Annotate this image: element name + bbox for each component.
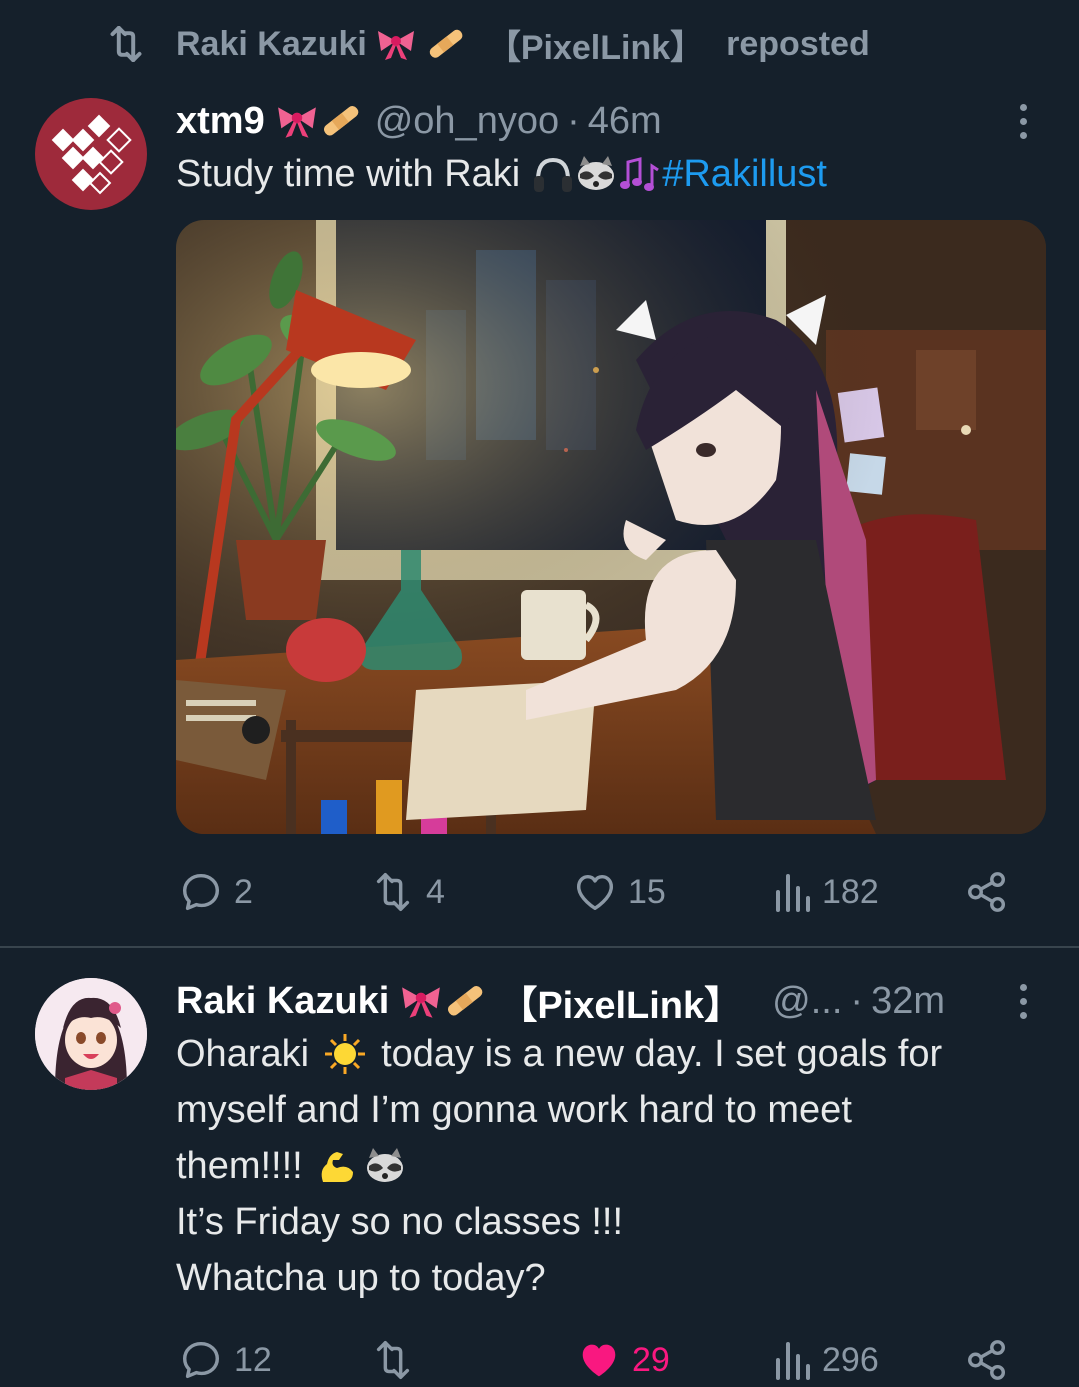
views-count: 296 xyxy=(822,1340,879,1379)
headphones-emoji xyxy=(534,157,573,192)
reply-icon xyxy=(182,1341,220,1379)
sun-emoji xyxy=(325,1034,366,1074)
reply-button[interactable]: 2 xyxy=(178,866,253,918)
tweet-line: Oharaki today is a new day. I set goals … xyxy=(176,1026,1056,1082)
heart-icon xyxy=(576,874,614,911)
repost-button[interactable] xyxy=(370,1334,426,1386)
avatar-character xyxy=(35,978,147,1090)
like-count: 29 xyxy=(632,1340,670,1379)
dot-separator: · xyxy=(567,99,580,142)
share-icon xyxy=(968,872,1006,912)
reply-button[interactable]: 12 xyxy=(178,1334,272,1386)
divider xyxy=(0,946,1079,948)
display-name[interactable]: xtm9 xyxy=(176,100,265,143)
views-icon xyxy=(776,1342,810,1380)
avatar-logo xyxy=(51,114,132,195)
repost-suffix: reposted xyxy=(726,24,870,63)
avatar[interactable] xyxy=(35,98,147,210)
like-button[interactable]: 29 xyxy=(576,1334,670,1386)
like-count: 15 xyxy=(628,872,666,911)
tweet-header: xtm9 @oh_nyoo · 46m xyxy=(176,96,662,146)
views-icon xyxy=(776,874,810,912)
repost-user-name[interactable]: Raki Kazuki xyxy=(176,25,367,64)
tweet-text-body: Study time with Raki xyxy=(176,153,521,195)
heart-icon xyxy=(582,1344,616,1377)
tweet-text: Oharaki today is a new day. I set goals … xyxy=(176,1026,1056,1306)
flexed-biceps-emoji xyxy=(321,1152,353,1182)
tweet-line-1b: today is a new day. I set goals for xyxy=(381,1033,943,1075)
tweet-line: myself and I’m gonna work hard to meet xyxy=(176,1089,852,1131)
repost-header[interactable]: Raki Kazuki 【PixelLink】 reposted xyxy=(104,22,870,67)
bandage-emoji xyxy=(429,29,463,58)
tweet-line: them!!!! xyxy=(176,1138,1056,1194)
like-button[interactable]: 15 xyxy=(572,866,666,918)
bow-emoji xyxy=(377,31,414,60)
repost-icon xyxy=(376,1341,410,1379)
tweet-line: It’s Friday so no classes !!! xyxy=(176,1201,624,1243)
reply-count: 12 xyxy=(234,1340,272,1379)
share-button[interactable] xyxy=(964,866,1010,918)
illustration xyxy=(176,220,1046,834)
tweet-image[interactable] xyxy=(176,220,1046,834)
more-icon[interactable] xyxy=(1016,104,1030,139)
more-icon[interactable] xyxy=(1016,984,1030,1019)
tweet-text: Study time with Raki #Rakillust xyxy=(176,146,827,202)
avatar[interactable] xyxy=(35,978,147,1090)
bandage-emoji xyxy=(323,106,359,136)
tweet-line-1a: Oharaki xyxy=(176,1033,310,1075)
handle[interactable]: @oh_nyoo xyxy=(375,100,559,143)
bow-emoji xyxy=(402,987,441,1018)
repost-count: 4 xyxy=(426,872,445,911)
tweet-header: Raki Kazuki 【PixelLink】 @... · 32m xyxy=(176,976,945,1027)
dot-separator: · xyxy=(850,979,864,1022)
tweet-line: Whatcha up to today? xyxy=(176,1257,546,1299)
repost-icon xyxy=(110,26,142,62)
repost-user-tag: 【PixelLink】 xyxy=(486,28,705,67)
display-name[interactable]: Raki Kazuki xyxy=(176,980,389,1023)
share-icon xyxy=(968,1340,1006,1380)
reply-icon xyxy=(182,873,220,911)
repost-button[interactable]: 4 xyxy=(370,866,445,918)
views-count: 182 xyxy=(822,872,879,911)
repost-icon xyxy=(376,873,410,911)
views-button[interactable]: 296 xyxy=(772,1334,879,1386)
music-notes-emoji xyxy=(620,157,660,191)
reply-count: 2 xyxy=(234,872,253,911)
raccoon-emoji xyxy=(578,156,615,190)
hashtag-link[interactable]: #Rakillust xyxy=(662,146,827,202)
share-button[interactable] xyxy=(964,1334,1010,1386)
tweet-line-4: them!!!! xyxy=(176,1145,303,1187)
bow-emoji xyxy=(277,107,316,138)
bandage-emoji xyxy=(448,986,483,1016)
timestamp[interactable]: 32m xyxy=(871,980,945,1023)
timestamp[interactable]: 46m xyxy=(588,100,662,143)
raccoon-emoji xyxy=(366,1148,403,1182)
display-name-tag: 【PixelLink】 xyxy=(499,984,743,1027)
views-button[interactable]: 182 xyxy=(772,866,879,918)
handle[interactable]: @... xyxy=(772,980,842,1023)
